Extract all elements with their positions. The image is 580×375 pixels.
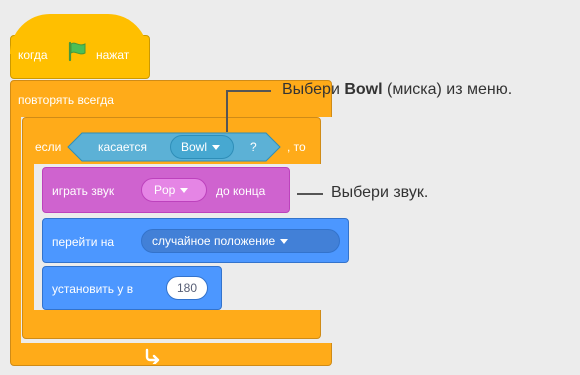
forever-label: повторять всегда (18, 93, 114, 107)
if-label: если (35, 140, 62, 154)
sound-annotation: Выбери звук. (331, 184, 429, 201)
green-flag-icon (68, 41, 86, 62)
set-y-value: 180 (176, 281, 198, 295)
hat-prefix-label: когда (18, 48, 48, 62)
then-label: , то (287, 140, 306, 154)
chevron-down-icon (212, 144, 221, 150)
hat-suffix-label: нажат (96, 48, 130, 62)
touching-value: Bowl (181, 140, 208, 154)
bowl-annotation-bold: Bowl (344, 81, 383, 98)
bowl-callout-line-v (226, 90, 228, 132)
sound-dropdown[interactable]: Pop (141, 178, 207, 202)
touching-dropdown[interactable]: Bowl (170, 135, 234, 159)
go-to-label: перейти на (52, 235, 115, 249)
bowl-annotation: Выбери Bowl (миска) из меню. (282, 81, 512, 99)
question-label: ? (250, 140, 257, 154)
set-y-input[interactable]: 180 (166, 276, 208, 300)
touching-label: касается (98, 140, 147, 154)
sound-value: Pop (154, 183, 176, 197)
chevron-down-icon (180, 187, 189, 193)
bowl-callout-line-h (226, 90, 271, 92)
bowl-annotation-suffix: (миска) из меню. (382, 81, 513, 98)
sound-callout-line (297, 193, 323, 195)
loop-arrow-icon (145, 348, 160, 364)
play-sound-label: играть звук (52, 184, 115, 198)
until-done-label: до конца (216, 184, 266, 198)
go-to-dropdown[interactable]: случайное положение (141, 229, 340, 253)
bowl-annotation-prefix: Выбери (282, 81, 345, 98)
set-y-label: установить y в (52, 282, 134, 296)
go-to-value: случайное положение (152, 234, 276, 248)
chevron-down-icon (280, 238, 289, 244)
